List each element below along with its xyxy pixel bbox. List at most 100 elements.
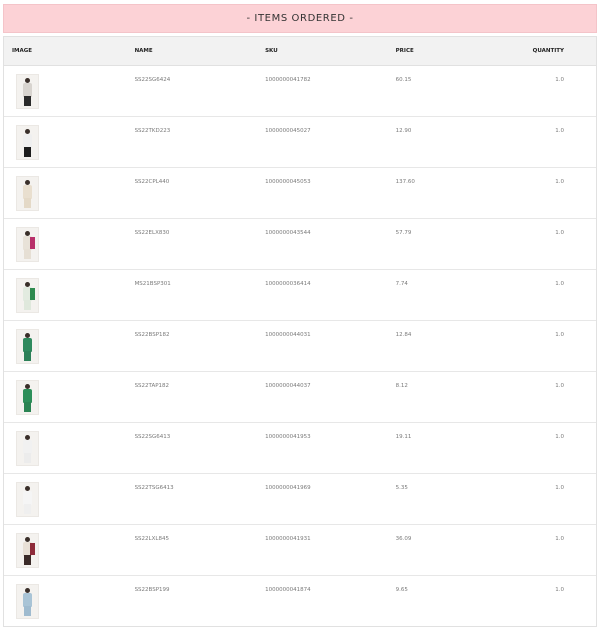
dupatta-accent — [30, 288, 35, 300]
garment-top — [23, 593, 32, 607]
product-quantity: 1.0 — [555, 485, 565, 491]
product-sku: 1000000041874 — [265, 587, 311, 593]
garment-top — [23, 338, 32, 352]
header-price: PRICE — [395, 48, 414, 54]
product-sku: 1000000041782 — [265, 77, 311, 83]
product-name: SS22TAP182 — [134, 383, 170, 389]
product-image-cell — [4, 321, 135, 364]
product-name: SS22LXL845 — [134, 536, 169, 542]
table-row: MS21BSP301 1000000036414 7.74 1.0 — [4, 270, 596, 321]
header-image: IMAGE — [12, 48, 33, 54]
product-image-cell — [4, 474, 135, 517]
product-name: SS22SG6424 — [134, 77, 171, 83]
product-name: MS21BSP301 — [134, 281, 171, 287]
header-sku: SKU — [265, 48, 278, 54]
product-price: 7.74 — [395, 281, 408, 287]
garment-top — [23, 83, 32, 97]
table-row: SS22ELX830 1000000043544 57.79 1.0 — [4, 219, 596, 270]
product-image-cell — [4, 168, 135, 211]
product-thumbnail[interactable] — [16, 329, 39, 364]
product-image-cell — [4, 423, 135, 466]
product-sku: 1000000036414 — [265, 281, 311, 287]
product-name: SS22BSP199 — [134, 587, 170, 593]
product-sku: 1000000041931 — [265, 536, 311, 542]
garment-bottom — [24, 555, 31, 565]
product-quantity: 1.0 — [555, 128, 565, 134]
garment-bottom — [24, 198, 31, 208]
table-row: SS22TKD223 1000000045027 12.90 1.0 — [4, 117, 596, 168]
product-sku: 1000000044037 — [265, 383, 311, 389]
product-quantity: 1.0 — [555, 383, 565, 389]
product-price: 12.84 — [395, 332, 412, 338]
product-name: SS22SG6413 — [134, 434, 171, 440]
product-name: SS22TSG6413 — [134, 485, 174, 491]
product-name: SS22TKD223 — [134, 128, 171, 134]
product-image-cell — [4, 117, 135, 160]
garment-top — [23, 491, 32, 505]
product-sku: 1000000045053 — [265, 179, 311, 185]
product-thumbnail[interactable] — [16, 278, 39, 313]
product-name: SS22ELX830 — [134, 230, 170, 236]
garment-top — [23, 185, 32, 199]
garment-bottom — [24, 504, 31, 514]
garment-top — [23, 134, 32, 148]
product-quantity: 1.0 — [555, 536, 565, 542]
product-sku: 1000000043544 — [265, 230, 311, 236]
product-name: SS22CPL440 — [134, 179, 170, 185]
product-thumbnail[interactable] — [16, 584, 39, 619]
product-thumbnail[interactable] — [16, 227, 39, 262]
product-sku: 1000000044031 — [265, 332, 311, 338]
product-quantity: 1.0 — [555, 281, 565, 287]
garment-top — [23, 440, 32, 454]
garment-bottom — [24, 96, 31, 106]
items-ordered-section: - ITEMS ORDERED - IMAGE NAME SKU PRICE Q… — [3, 4, 597, 627]
product-thumbnail[interactable] — [16, 380, 39, 415]
garment-top — [23, 389, 32, 403]
table-body: SS22SG6424 1000000041782 60.15 1.0 SS22TKD22… — [4, 66, 596, 626]
product-image-cell — [4, 219, 135, 262]
table-row: SS22BSP182 1000000044031 12.84 1.0 — [4, 321, 596, 372]
product-thumbnail[interactable] — [16, 176, 39, 211]
product-quantity: 1.0 — [555, 77, 565, 83]
product-sku: 1000000045027 — [265, 128, 311, 134]
items-ordered-banner: - ITEMS ORDERED - — [3, 4, 597, 33]
garment-bottom — [24, 402, 31, 412]
product-quantity: 1.0 — [555, 179, 565, 185]
dupatta-accent — [30, 237, 35, 249]
product-image-cell — [4, 576, 135, 619]
product-image-cell — [4, 372, 135, 415]
product-price: 9.65 — [395, 587, 408, 593]
product-thumbnail[interactable] — [16, 125, 39, 160]
header-quantity: QUANTITY — [532, 48, 565, 54]
table-row: SS22TAP182 1000000044037 8.12 1.0 — [4, 372, 596, 423]
product-price: 60.15 — [395, 77, 412, 83]
product-thumbnail[interactable] — [16, 74, 39, 109]
product-price: 19.11 — [395, 434, 412, 440]
product-thumbnail[interactable] — [16, 482, 39, 517]
table-row: SS22BSP199 1000000041874 9.65 1.0 — [4, 576, 596, 626]
table-row: SS22TSG6413 1000000041969 5.35 1.0 — [4, 474, 596, 525]
product-price: 137.60 — [395, 179, 415, 185]
garment-bottom — [24, 147, 31, 157]
table-row: SS22LXL845 1000000041931 36.09 1.0 — [4, 525, 596, 576]
garment-bottom — [24, 300, 31, 310]
product-image-cell — [4, 66, 135, 109]
table-header-row: IMAGE NAME SKU PRICE QUANTITY — [4, 36, 596, 66]
garment-bottom — [24, 351, 31, 361]
table-row: SS22SG6413 1000000041953 19.11 1.0 — [4, 423, 596, 474]
product-image-cell — [4, 270, 135, 313]
garment-bottom — [24, 249, 31, 259]
product-sku: 1000000041953 — [265, 434, 311, 440]
product-quantity: 1.0 — [555, 230, 565, 236]
dupatta-accent — [30, 543, 35, 555]
product-quantity: 1.0 — [555, 434, 565, 440]
product-price: 5.35 — [395, 485, 408, 491]
product-quantity: 1.0 — [555, 587, 565, 593]
product-thumbnail[interactable] — [16, 431, 39, 466]
product-price: 57.79 — [395, 230, 412, 236]
product-quantity: 1.0 — [555, 332, 565, 338]
table-row: SS22CPL440 1000000045053 137.60 1.0 — [4, 168, 596, 219]
product-price: 8.12 — [395, 383, 408, 389]
items-table: IMAGE NAME SKU PRICE QUANTITY SS22SG6424… — [3, 36, 597, 627]
product-thumbnail[interactable] — [16, 533, 39, 568]
